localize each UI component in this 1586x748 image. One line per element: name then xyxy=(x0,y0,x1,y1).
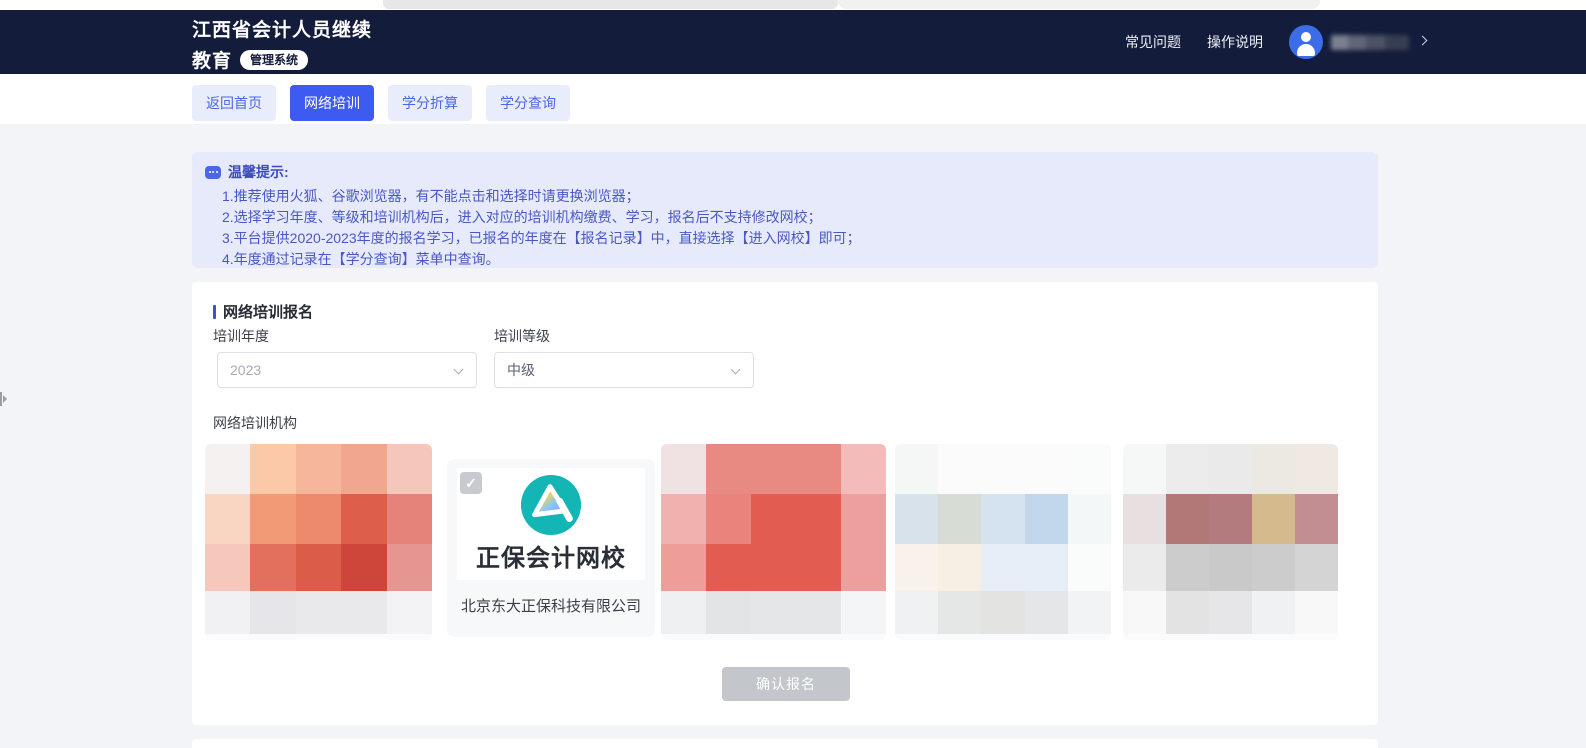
year-label: 培训年度 xyxy=(213,328,269,344)
institution-card-row: 正保会计网校 ✓ 北京东大正保科技有限公司 xyxy=(205,444,1351,640)
institution-logo-text: 正保会计网校 xyxy=(476,545,626,572)
institution-card-blurred-4[interactable] xyxy=(1123,444,1338,640)
notice-line-4: 4.年度通过记录在【学分查询】菜单中查询。 xyxy=(222,251,500,267)
app-header: 江西省会计人员继续 教育 管理系统 常见问题 操作说明 xyxy=(0,10,1586,74)
notice-box: 温馨提示: 1.推荐使用火狐、谷歌浏览器，有不能点击和选择时请更换浏览器； 2.… xyxy=(192,152,1378,268)
tab-home[interactable]: 返回首页 xyxy=(192,85,276,121)
notice-line-1: 1.推荐使用火狐、谷歌浏览器，有不能点击和选择时请更换浏览器； xyxy=(222,188,640,204)
institution-card-blurred-2[interactable] xyxy=(661,444,886,640)
zhengbao-logo-icon xyxy=(520,474,582,536)
institutions-label: 网络培训机构 xyxy=(213,415,297,431)
confirm-registration-button[interactable]: 确认报名 xyxy=(722,667,850,701)
chevron-down-icon xyxy=(453,364,464,375)
chevron-right-icon xyxy=(3,395,7,403)
notice-title: 温馨提示: xyxy=(228,164,289,180)
year-select-value: 2023 xyxy=(230,362,262,378)
institution-logo-box: 正保会计网校 xyxy=(457,468,645,580)
system-badge: 管理系统 xyxy=(240,49,309,70)
level-select[interactable]: 中级 xyxy=(494,352,754,388)
notice-line-3: 3.平台提供2020-2023年度的报名学习，已报名的年度在【报名记录】中，直接… xyxy=(222,230,861,246)
browser-chrome-fragment xyxy=(383,0,838,9)
chevron-down-icon xyxy=(1417,35,1428,45)
instructions-link[interactable]: 操作说明 xyxy=(1207,32,1263,52)
user-menu[interactable] xyxy=(1289,25,1428,59)
username-redacted xyxy=(1331,34,1409,50)
level-label: 培训等级 xyxy=(494,328,550,344)
message-icon xyxy=(205,165,221,179)
institution-checkbox-checked[interactable]: ✓ xyxy=(460,472,482,494)
faq-link[interactable]: 常见问题 xyxy=(1125,32,1181,52)
user-avatar-icon[interactable] xyxy=(1289,25,1323,59)
brand-title-line1: 江西省会计人员继续 xyxy=(192,20,373,41)
app-window: 江西省会计人员继续 教育 管理系统 常见问题 操作说明 返回首页 网络培训 学分… xyxy=(0,0,1586,748)
section-accent-bar xyxy=(213,304,216,319)
institution-card-blurred-3[interactable] xyxy=(895,444,1111,640)
tab-online-training[interactable]: 网络培训 xyxy=(290,85,374,121)
notice-line-2: 2.选择学习年度、等级和培训机构后，进入对应的培训机构缴费、学习，报名后不支持修… xyxy=(222,209,822,225)
brand-title-line2: 教育 xyxy=(192,51,233,72)
browser-chrome-fragment xyxy=(838,0,1320,9)
nav-tabbar: 返回首页 网络培训 学分折算 学分查询 xyxy=(0,74,1586,124)
chevron-down-icon xyxy=(730,364,741,375)
institution-card-zhengbao[interactable]: 正保会计网校 ✓ 北京东大正保科技有限公司 xyxy=(447,459,655,637)
section-title: 网络培训报名 xyxy=(223,304,314,321)
next-panel-edge xyxy=(192,739,1378,748)
registration-panel: 网络培训报名 培训年度 培训等级 2023 中级 网络培训机构 正保会计网校 ✓… xyxy=(192,282,1378,725)
brand-title: 江西省会计人员继续 教育 管理系统 xyxy=(192,19,372,73)
tab-credit-conversion[interactable]: 学分折算 xyxy=(388,85,472,121)
year-select[interactable]: 2023 xyxy=(217,352,477,388)
level-select-value: 中级 xyxy=(507,362,535,378)
institution-company-name: 北京东大正保科技有限公司 xyxy=(460,598,641,615)
institution-card-blurred-1[interactable] xyxy=(205,444,432,640)
tab-credit-query[interactable]: 学分查询 xyxy=(486,85,570,121)
browser-chrome-sliver xyxy=(0,0,1586,10)
sidebar-expand-handle[interactable] xyxy=(0,389,7,409)
